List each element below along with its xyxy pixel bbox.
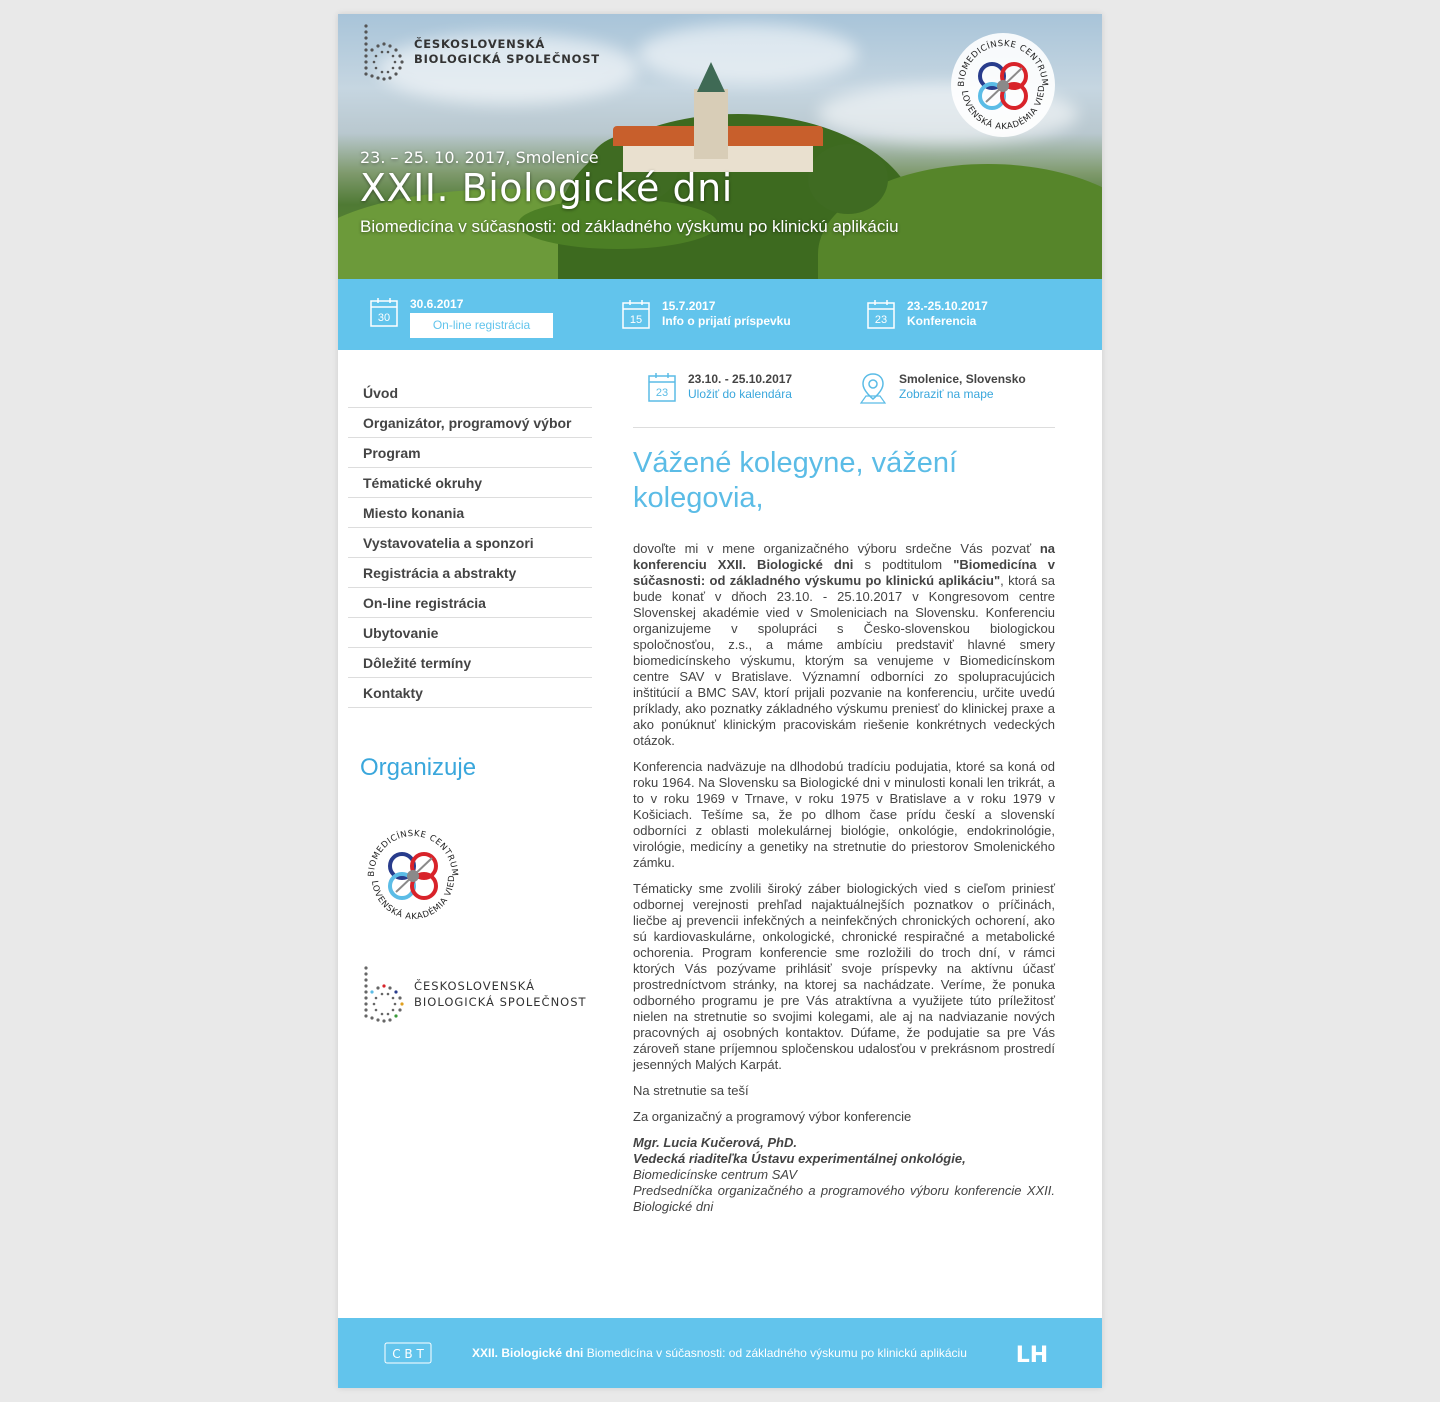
organizer-cbs-logo[interactable]: ČESKOSLOVENSKÁ BIOLOGICKÁ SPOLEČNOST (360, 964, 587, 1024)
show-on-map-link[interactable]: Zobraziť na mape (899, 387, 1026, 401)
deadline-date: 23.-25.10.2017 (907, 299, 988, 313)
greeting-heading: Vážené kolegyne, vážení kolegovia, (633, 447, 958, 514)
organizer-heading: Organizuje (360, 754, 477, 781)
cbs-logo[interactable]: ČESKOSLOVENSKÁ BIOLOGICKÁ SPOLEČNOST (360, 22, 600, 82)
cbs-logo-mark-icon (364, 966, 404, 1023)
calendar-icon: 23 (648, 373, 676, 402)
event-date-location: 23. – 25. 10. 2017, Smolenice (360, 148, 599, 167)
bmc-sav-logo[interactable]: BIOMEDICÍNSKE CENTRUM SLOVENSKÁ AKADÉMIA… (950, 32, 1056, 138)
nav-item-uvod[interactable]: Úvod (348, 378, 592, 408)
nav-item-tematicke-okruhy[interactable]: Tématické okruhy (348, 468, 592, 498)
calendar-day: 30 (378, 312, 390, 324)
calendar-icon: 30 (370, 298, 398, 327)
nav-item-registracia[interactable]: Registrácia a abstrakty (348, 558, 592, 588)
save-to-calendar-link[interactable]: Uložiť do kalendára (688, 387, 792, 401)
paragraph-3: Tématicky sme zvolili široký záber biolo… (633, 881, 1055, 1072)
event-title: XXII. Biologické dni (360, 166, 733, 210)
nav-item-vystavovatelia[interactable]: Vystavovatelia a sponzori (348, 528, 592, 558)
nav-item-online-registracia[interactable]: On-line registrácia (348, 588, 592, 618)
signature-name: Mgr. Lucia Kučerová, PhD. (633, 1135, 797, 1150)
deadline-label: Info o prijatí príspevku (662, 314, 791, 328)
footer-title: XXII. Biologické dni (472, 1346, 584, 1360)
content-divider (633, 427, 1055, 428)
p1-text: , ktorá sa bude konať v dňoch 23.10. - 2… (633, 573, 1055, 748)
cbt-logo-text: C B T (392, 1347, 424, 1361)
event-subtitle: Biomedicína v súčasnosti: od základného … (360, 217, 899, 236)
p1-text: s podtitulom (853, 557, 954, 572)
lh-logo[interactable]: LH (1014, 1342, 1050, 1366)
footer-text: XXII. Biologické dni Biomedicína v súčas… (472, 1346, 967, 1360)
deadlines-bar: 30 30.6.2017 On-line registrácia 15 15.7… (338, 279, 1102, 350)
calendar-day: 23 (656, 387, 668, 399)
nav-item-miesto-konania[interactable]: Miesto konania (348, 498, 592, 528)
nav-item-ubytovanie[interactable]: Ubytovanie (348, 618, 592, 648)
calendar-icon: 15 (622, 300, 650, 329)
footer: C B T XXII. Biologické dni Biomedicína v… (338, 1318, 1102, 1388)
hero-banner: ČESKOSLOVENSKÁ BIOLOGICKÁ SPOLEČNOST BIO… (338, 14, 1102, 279)
calendar-day: 23 (875, 314, 887, 326)
deadline-label: Konferencia (907, 314, 977, 328)
cbs-logo-line2: BIOLOGICKÁ SPOLEČNOST (414, 995, 587, 1009)
page-container: ČESKOSLOVENSKÁ BIOLOGICKÁ SPOLEČNOST BIO… (338, 14, 1102, 1388)
invitation-text: dovoľte mi v mene organizačného výboru s… (633, 541, 1055, 1215)
p1-text: dovoľte mi v mene organizačného výboru s… (633, 541, 1040, 556)
event-location: Smolenice, Slovensko (899, 372, 1026, 386)
footer-subtitle: Biomedicína v súčasnosti: od základného … (586, 1346, 967, 1360)
calendar-icon: 23 (867, 300, 895, 329)
paragraph-1: dovoľte mi v mene organizačného výboru s… (633, 541, 1055, 749)
signature-institution: Biomedicínske centrum SAV (633, 1167, 798, 1182)
location-info: Smolenice, Slovensko Zobraziť na mape (858, 372, 1026, 404)
calendar-day: 15 (630, 314, 642, 326)
cbs-logo-mark-icon (364, 24, 404, 81)
signature: Mgr. Lucia Kučerová, PhD. Vedecká riadit… (633, 1135, 1055, 1215)
deadline-date: 30.6.2017 (410, 297, 464, 311)
lh-logo-text: LH (1016, 1343, 1048, 1366)
paragraph-4: Na stretnutie sa teší (633, 1083, 749, 1098)
cbs-logo-line2: BIOLOGICKÁ SPOLEČNOST (414, 52, 600, 66)
paragraph-5: Za organizačný a programový výbor konfer… (633, 1109, 912, 1124)
online-registration-button[interactable]: On-line registrácia (410, 313, 553, 338)
deadline-conference: 23 23.-25.10.2017 Konferencia (867, 299, 988, 329)
event-dates: 23.10. - 25.10.2017 (688, 372, 793, 386)
deadline-acceptance-info: 15 15.7.2017 Info o prijatí príspevku (622, 299, 791, 329)
nav-item-organizator[interactable]: Organizátor, programový výbor (348, 408, 592, 438)
cbt-logo[interactable]: C B T (384, 1342, 432, 1364)
deadline-registration: 30 30.6.2017 On-line registrácia (370, 297, 553, 338)
paragraph-2: Konferencia nadväzuje na dlhodobú tradíc… (633, 759, 1055, 870)
signature-role: Vedecká riaditeľka Ústavu experimentálne… (633, 1151, 966, 1166)
cbs-logo-line1: ČESKOSLOVENSKÁ (414, 979, 535, 993)
nav-item-dolezite-terminy[interactable]: Dôležité termíny (348, 648, 592, 678)
nav-item-program[interactable]: Program (348, 438, 592, 468)
signature-chair: Predsedníčka organizačného a programovéh… (633, 1183, 1055, 1214)
organizer-bmc-sav-logo[interactable]: BIOMEDICÍNSKE CENTRUM SLOVENSKÁ AKADÉMIA… (360, 822, 466, 928)
sidebar-nav: Úvod Organizátor, programový výbor Progr… (348, 378, 592, 708)
calendar-info: 23 23.10. - 25.10.2017 Uložiť do kalendá… (648, 372, 792, 402)
deadline-date: 15.7.2017 (662, 299, 716, 313)
map-pin-icon (859, 373, 887, 404)
cbs-logo-line1: ČESKOSLOVENSKÁ (414, 37, 546, 51)
nav-item-kontakty[interactable]: Kontakty (348, 678, 592, 708)
